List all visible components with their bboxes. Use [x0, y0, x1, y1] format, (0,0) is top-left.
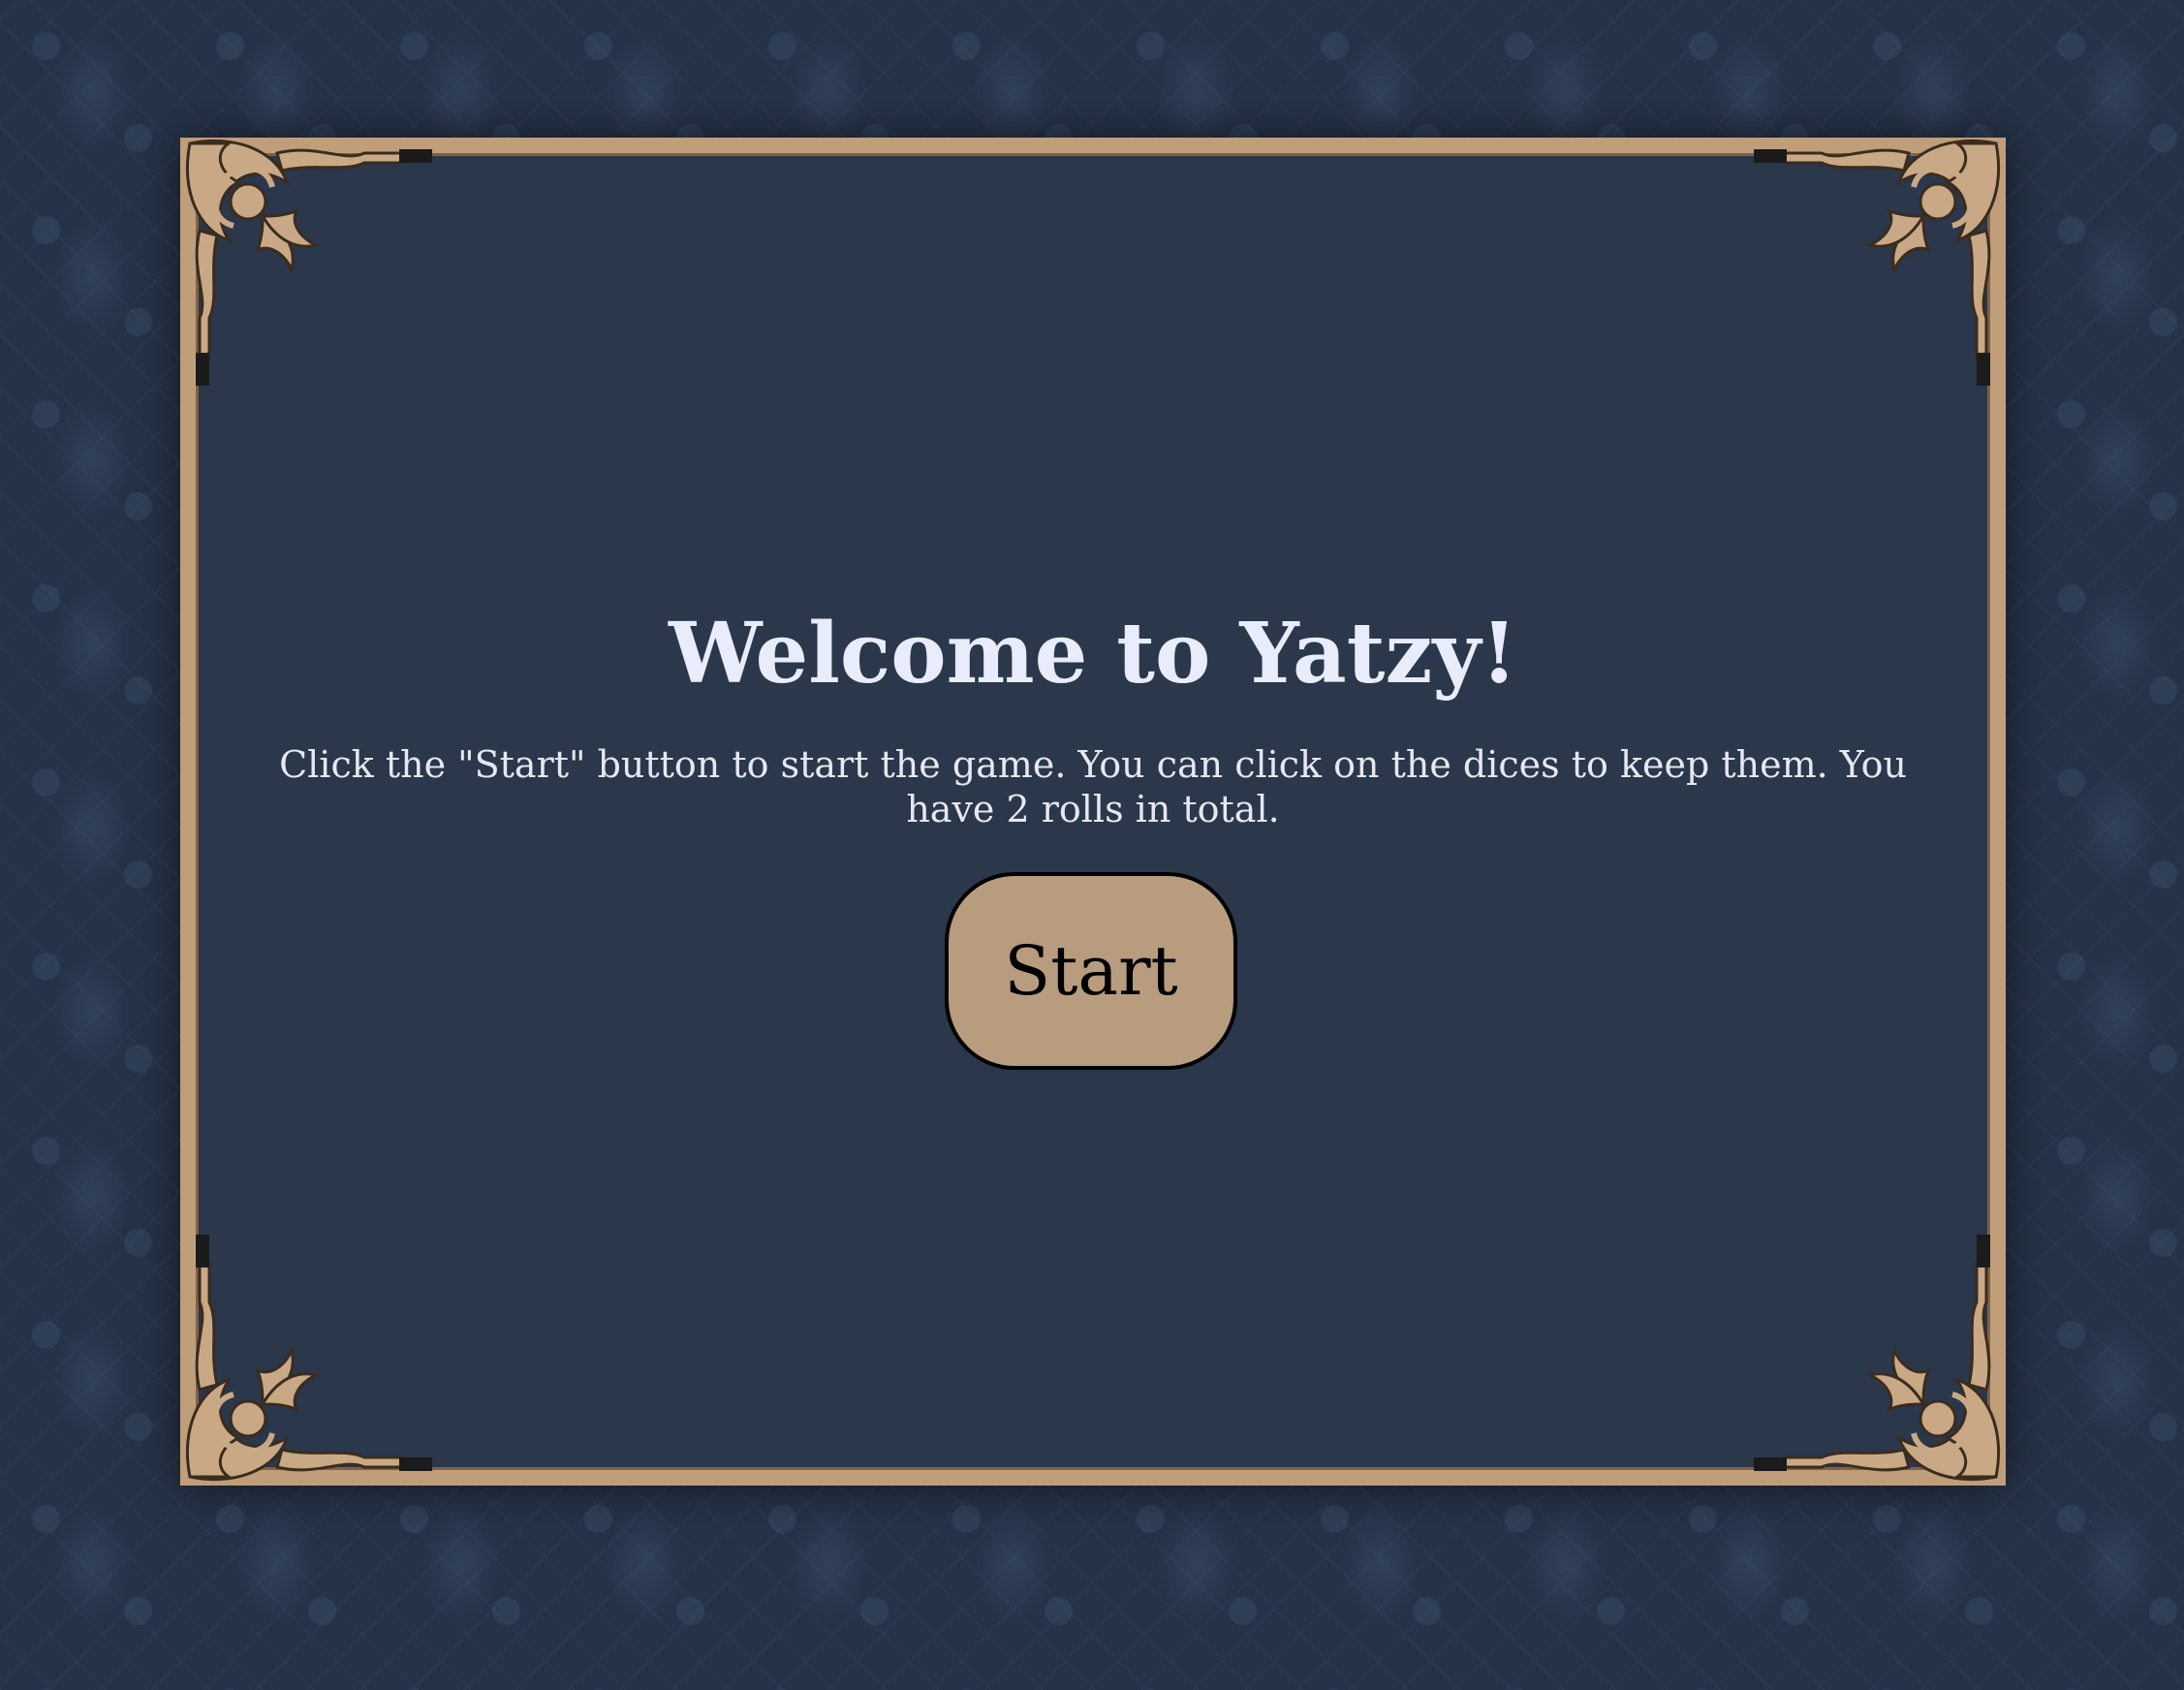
start-button[interactable]: Start — [945, 872, 1237, 1070]
instructions-text: Click the "Start" button to start the ga… — [279, 743, 1907, 830]
welcome-panel: Welcome to Yatzy! Click the "Start" butt… — [196, 153, 1990, 1470]
page-title: Welcome to Yatzy! — [668, 605, 1518, 703]
